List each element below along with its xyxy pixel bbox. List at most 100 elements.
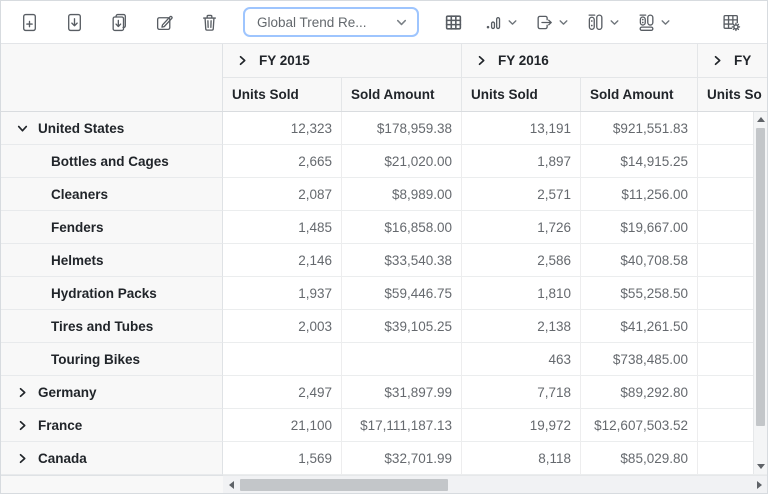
value-cell: 2,586 <box>462 244 581 277</box>
value-column-header[interactable]: Sold Amount <box>342 78 462 111</box>
row-header-label: United States <box>38 120 125 136</box>
chevron-down-icon <box>508 19 517 25</box>
table-row: Helmets 2,146 $33,540.38 2,586 $40,708.58 <box>1 244 767 277</box>
row-header-cell[interactable]: Hydration Packs <box>1 277 223 310</box>
horizontal-scrollbar[interactable] <box>223 475 767 493</box>
remove-report-icon <box>202 14 216 31</box>
save-as-report-button[interactable] <box>101 7 137 37</box>
table-row: Germany 2,497 $31,897.99 7,718 $89,292.80 <box>1 376 767 409</box>
value-cell: 12,323 <box>223 112 342 145</box>
subtotal-button[interactable] <box>582 7 624 37</box>
chevron-right-icon[interactable] <box>17 420 28 431</box>
chevron-down-icon <box>559 19 568 25</box>
table-row: Touring Bikes 463 $738,485.00 <box>1 343 767 376</box>
scrollbar-corner-filler <box>1 475 223 493</box>
row-header-label: Tires and Tubes <box>51 318 154 334</box>
pivot-grid-body: United States 12,323 $178,959.38 13,191 $921… <box>1 112 767 475</box>
value-cell: $17,111,187.13 <box>342 409 462 442</box>
row-header-label: Helmets <box>51 252 104 268</box>
value-column-header[interactable]: Sold Amount <box>581 78 698 111</box>
horizontal-scrollbar-thumb[interactable] <box>240 479 448 491</box>
export-button[interactable] <box>531 7 573 37</box>
value-column-header[interactable]: Units Sold <box>223 78 342 111</box>
grid-view-icon <box>445 14 461 30</box>
scroll-down-arrow[interactable] <box>754 459 767 474</box>
row-header-cell[interactable]: Canada <box>1 442 223 475</box>
scroll-up-arrow[interactable] <box>754 112 767 127</box>
grid-view-button[interactable] <box>435 7 471 37</box>
chart-view-button[interactable] <box>480 7 522 37</box>
value-cell: 19,972 <box>462 409 581 442</box>
field-list-button[interactable] <box>713 7 749 37</box>
value-cell: $55,258.50 <box>581 277 698 310</box>
row-header-cell[interactable]: Touring Bikes <box>1 343 223 376</box>
row-header-label: Cleaners <box>51 186 109 202</box>
new-report-button[interactable] <box>11 7 47 37</box>
remove-report-button[interactable] <box>191 7 227 37</box>
column-group-label: FY <box>734 53 752 68</box>
chevron-right-icon[interactable] <box>476 55 487 66</box>
value-cell: 1,569 <box>223 442 342 475</box>
column-group-label: FY 2015 <box>259 53 310 68</box>
vertical-scrollbar-thumb[interactable] <box>756 128 765 426</box>
rename-report-icon <box>156 15 173 30</box>
chevron-right-icon[interactable] <box>712 55 723 66</box>
value-cell: 21,100 <box>223 409 342 442</box>
value-cell <box>342 343 462 376</box>
value-cell: 2,146 <box>223 244 342 277</box>
table-row: Fenders 1,485 $16,858.00 1,726 $19,667.00 <box>1 211 767 244</box>
value-cell: 7,718 <box>462 376 581 409</box>
table-row: Bottles and Cages 2,665 $21,020.00 1,897 $14… <box>1 145 767 178</box>
value-cell: $12,607,503.52 <box>581 409 698 442</box>
chevron-right-icon[interactable] <box>17 453 28 464</box>
value-cell: 1,810 <box>462 277 581 310</box>
value-cell: $33,540.38 <box>342 244 462 277</box>
chevron-right-icon[interactable] <box>17 387 28 398</box>
column-group-header[interactable]: FY <box>698 44 767 78</box>
column-group-header[interactable]: FY 2015 <box>223 44 462 78</box>
table-row: France 21,100 $17,111,187.13 19,972 $12,607,… <box>1 409 767 442</box>
grandtotal-button[interactable] <box>633 7 675 37</box>
value-column-header[interactable]: Units Sold <box>462 78 581 111</box>
row-header-cell[interactable]: Fenders <box>1 211 223 244</box>
value-cell: $178,959.38 <box>342 112 462 145</box>
save-report-button[interactable] <box>56 7 92 37</box>
chevron-down-icon[interactable] <box>17 123 28 134</box>
row-header-label: France <box>38 417 83 433</box>
new-report-icon <box>22 13 36 31</box>
value-cell: $40,708.58 <box>581 244 698 277</box>
table-row: Cleaners 2,087 $8,989.00 2,571 $11,256.00 <box>1 178 767 211</box>
value-cell: $738,485.00 <box>581 343 698 376</box>
value-cell: $21,020.00 <box>342 145 462 178</box>
row-header-cell[interactable]: United States <box>1 112 223 145</box>
column-group-label: FY 2016 <box>498 53 549 68</box>
chevron-right-icon[interactable] <box>237 55 248 66</box>
scroll-left-arrow[interactable] <box>223 476 239 493</box>
scroll-right-arrow[interactable] <box>751 476 767 493</box>
row-header-cell[interactable]: Cleaners <box>1 178 223 211</box>
vertical-scrollbar[interactable] <box>753 112 767 474</box>
value-column-header[interactable]: Units So <box>698 78 767 111</box>
pivot-table-widget: Global Trend Re... FY 2015 FY 2016 FY Units… <box>0 0 768 494</box>
value-cell: 2,665 <box>223 145 342 178</box>
value-cell: 1,937 <box>223 277 342 310</box>
value-cell: $39,105.25 <box>342 310 462 343</box>
value-cell: 463 <box>462 343 581 376</box>
grandtotal-icon <box>639 13 654 31</box>
row-header-label: Bottles and Cages <box>51 153 169 169</box>
row-header-cell[interactable]: France <box>1 409 223 442</box>
report-dropdown[interactable]: Global Trend Re... <box>243 7 419 37</box>
chart-view-icon <box>486 16 501 29</box>
value-cell: $59,446.75 <box>342 277 462 310</box>
row-header-cell[interactable]: Germany <box>1 376 223 409</box>
row-header-cell[interactable]: Tires and Tubes <box>1 310 223 343</box>
column-group-header[interactable]: FY 2016 <box>462 44 698 78</box>
value-cell: $921,551.83 <box>581 112 698 145</box>
value-cell: 2,003 <box>223 310 342 343</box>
rename-report-button[interactable] <box>146 7 182 37</box>
row-header-cell[interactable]: Helmets <box>1 244 223 277</box>
row-header-cell[interactable]: Bottles and Cages <box>1 145 223 178</box>
value-cell: 2,497 <box>223 376 342 409</box>
value-cell: 13,191 <box>462 112 581 145</box>
value-cell: $89,292.80 <box>581 376 698 409</box>
